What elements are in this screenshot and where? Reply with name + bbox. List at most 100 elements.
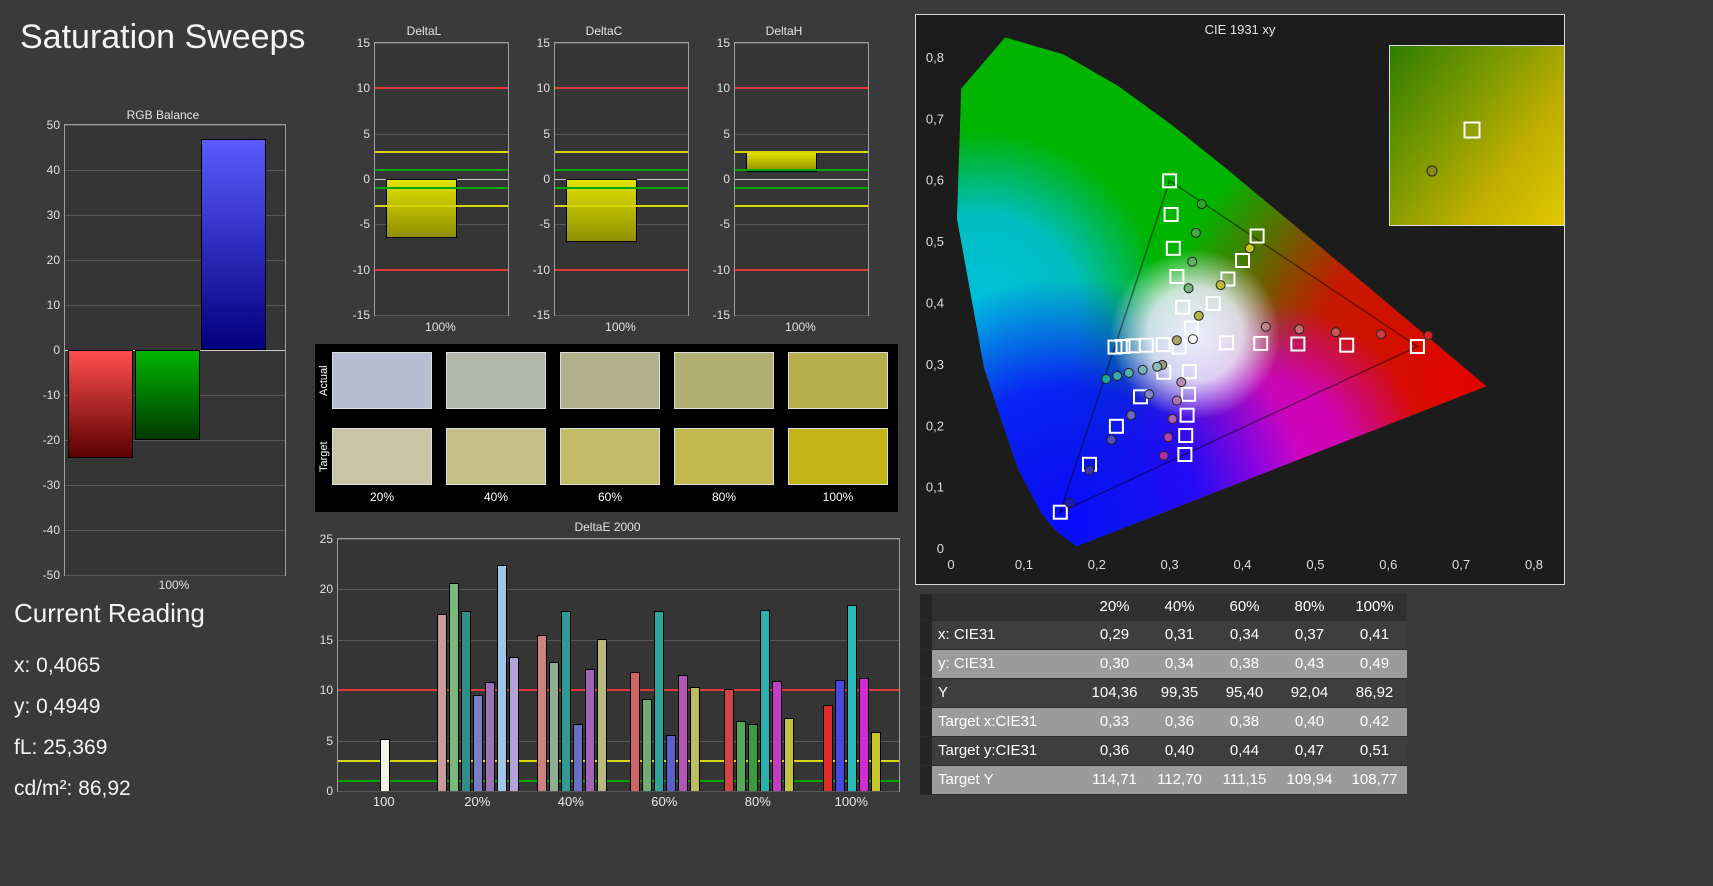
inset-target-square (1463, 121, 1481, 139)
swatch-col-label: 20% (369, 490, 395, 504)
target-swatch (332, 428, 432, 485)
cie-1931-chart[interactable]: CIE 1931 xy 0 0,1 0,2 0,3 0,4 0,5 0,6 0,7 0,8 0,8… (915, 14, 1565, 585)
x-axis-label: 100% (834, 794, 868, 809)
y-tick-label: 10 (319, 683, 333, 698)
y-tick-label: -30 (42, 478, 60, 492)
limit-line (555, 187, 688, 190)
deltae-2000-chart[interactable]: DeltaE 2000 25 20 15 10 5 0 100 20% 40% 60% 80% 10… (315, 520, 900, 814)
actual-swatch (332, 352, 432, 409)
table-value-cell: 0,38 (1212, 650, 1277, 678)
y-tick-label: 30 (46, 208, 60, 222)
y-tick-label: 15 (356, 36, 370, 50)
grid-line (65, 575, 285, 576)
table-row-label: Target x:CIE31 (932, 708, 1082, 736)
table-header-cell: 100% (1342, 594, 1407, 620)
delta-c-chart[interactable]: DeltaC 15 10 5 0 -5 -10 -15 100% (518, 24, 690, 338)
current-reading-cdm2: cd/m²: 86,92 (14, 777, 131, 800)
x-axis-label: 20% (464, 794, 491, 809)
y-tick-label: -20 (42, 433, 60, 447)
table-value-cell: 0,47 (1277, 737, 1342, 765)
x-axis-tick-label: 0,1 (1015, 557, 1033, 572)
limit-line (735, 150, 868, 153)
grid-line (735, 133, 868, 135)
table-value-cell: 0,41 (1342, 621, 1407, 649)
table-value-cell: 0,36 (1147, 708, 1212, 736)
measured-dot (1196, 199, 1207, 210)
grid-line (555, 315, 688, 316)
limit-line (338, 759, 899, 762)
grid-line (735, 43, 868, 44)
measurement-table[interactable]: 20% 40% 60% 80% 100% x: CIE31 0,29 0,31 0,34 0,37… (920, 594, 1407, 795)
limit-line (555, 87, 688, 90)
limit-line (735, 187, 868, 190)
table-row: x: CIE31 0,29 0,31 0,34 0,37 0,41 (920, 621, 1407, 650)
y-axis-tick-label: 0,8 (926, 50, 944, 65)
bar-blue (201, 138, 267, 350)
y-axis-tick-label: 0 (937, 541, 944, 556)
measured-dot (1190, 227, 1201, 238)
table-value-cell: 0,43 (1277, 650, 1342, 678)
rgb-balance-chart[interactable]: RGB Balance 50 40 30 20 10 0 -10 -20 -30 -40 -50 1… (38, 108, 288, 594)
measured-dot (1064, 498, 1075, 508)
grid-line (375, 43, 508, 44)
bar-green (135, 350, 201, 440)
deltae-bar (666, 734, 677, 791)
measured-dot (1183, 283, 1194, 294)
y-tick-label: -10 (532, 262, 550, 277)
deltae-bar (461, 610, 472, 791)
limit-line (375, 268, 508, 271)
deltae-bar (835, 680, 846, 791)
table-value-cell: 0,36 (1082, 737, 1147, 765)
table-row: Target Y 114,71 112,70 111,15 109,94 108,77 (920, 766, 1407, 795)
table-header-cell: 60% (1212, 594, 1277, 620)
grid-line (735, 179, 868, 180)
x-axis-tick-label: 0,4 (1233, 557, 1251, 572)
measured-dot (1101, 374, 1112, 384)
cie-zoom-inset[interactable] (1389, 45, 1565, 226)
delta-l-title: DeltaL (406, 24, 442, 38)
delta-l-chart[interactable]: DeltaL 15 10 5 0 -5 -10 -15 100% (338, 24, 510, 338)
delta-l-x-axis-label: 100% (425, 320, 456, 334)
limit-line (555, 168, 688, 171)
deltae-bar (690, 687, 701, 791)
target-swatch (560, 428, 660, 485)
limit-line (375, 150, 508, 153)
table-value-cell: 0,29 (1082, 621, 1147, 649)
measured-dot (1167, 413, 1178, 424)
y-tick-label: 20 (319, 582, 333, 597)
color-swatch-comparison[interactable]: Actual Target 20% 40% 60% 80% 100% (315, 344, 898, 512)
x-axis-label: 40% (557, 794, 584, 809)
y-tick-label: 25 (319, 532, 333, 546)
y-tick-label: 15 (716, 36, 730, 50)
actual-swatch (446, 352, 546, 409)
table-value-cell: 0,33 (1082, 708, 1147, 736)
y-tick-label: 0 (326, 784, 333, 798)
bar-red (68, 350, 134, 458)
table-value-cell: 0,49 (1342, 650, 1407, 678)
deltae-bar (560, 610, 571, 791)
x-axis-tick-label: 0,8 (1525, 557, 1543, 572)
y-axis-tick-label: 0,2 (926, 418, 944, 433)
limit-line (555, 150, 688, 153)
table-header-cell: 40% (1147, 594, 1212, 620)
delta-c-plot: 15 10 5 0 -5 -10 -15 (533, 36, 689, 322)
deltae-bar (823, 705, 834, 791)
y-tick-label: -40 (42, 523, 60, 537)
deltae-bar (437, 613, 448, 791)
grid-line (375, 133, 508, 135)
y-tick-label: 10 (536, 81, 550, 96)
deltae-bar (871, 731, 882, 791)
measured-dot (1137, 364, 1148, 375)
delta-h-chart[interactable]: DeltaH 15 10 5 0 -5 -10 -15 100% (698, 24, 870, 338)
measured-dot (1084, 465, 1095, 476)
swatch-col-label: 80% (711, 490, 737, 504)
current-reading-fl: fL: 25,369 (14, 736, 108, 759)
table-row-label: Target Y (932, 766, 1082, 794)
table-value-cell: 114,71 (1082, 766, 1147, 794)
y-tick-label: 10 (46, 298, 60, 312)
table-value-cell: 111,15 (1212, 766, 1277, 794)
limit-line (375, 187, 508, 190)
deltae-bar (847, 604, 858, 791)
swatch-col-label: 40% (483, 490, 509, 504)
delta-h-title: DeltaH (765, 24, 803, 38)
